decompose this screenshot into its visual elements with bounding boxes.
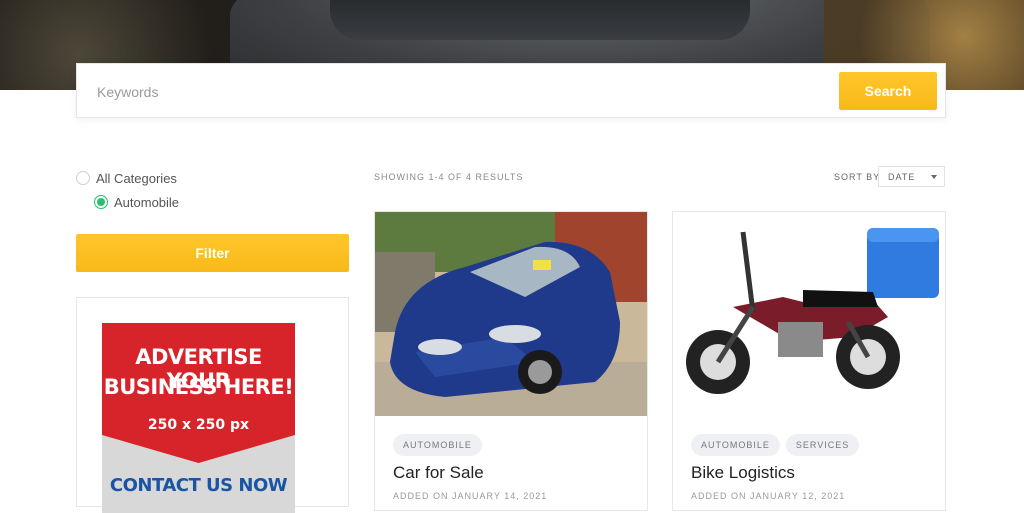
listing-card[interactable]: AUTOMOBILE SERVICES Bike Logistics ADDED…	[672, 211, 946, 511]
results-count: SHOWING 1-4 OF 4 RESULTS	[374, 172, 524, 182]
ad-cta: CONTACT US NOW	[109, 475, 288, 496]
listing-image-car[interactable]	[375, 212, 647, 416]
listing-title[interactable]: Bike Logistics	[691, 463, 795, 483]
ad-headline-2: BUSINESS HERE!	[103, 375, 294, 399]
listing-title[interactable]: Car for Sale	[393, 463, 484, 483]
radio-checked-icon[interactable]	[94, 195, 108, 209]
blue-car-photo	[375, 212, 647, 416]
category-automobile[interactable]: Automobile	[94, 190, 179, 214]
sort-label: SORT BY	[834, 172, 881, 182]
tag-list: AUTOMOBILE SERVICES	[691, 434, 860, 456]
motorbike-photo	[673, 212, 945, 416]
category-label: All Categories	[96, 170, 177, 186]
category-label: Automobile	[114, 194, 180, 210]
listing-card[interactable]: AUTOMOBILE Car for Sale ADDED ON JANUARY…	[374, 211, 648, 511]
tag-automobile[interactable]: AUTOMOBILE	[393, 434, 482, 456]
radio-unchecked-icon[interactable]	[76, 171, 90, 185]
tag-list: AUTOMOBILE	[393, 434, 482, 456]
search-bar: Search	[76, 63, 946, 118]
sort-select[interactable]: DATE	[878, 166, 945, 187]
chevron-down-icon	[931, 175, 937, 179]
tag-services[interactable]: SERVICES	[785, 434, 860, 456]
search-button[interactable]: Search	[839, 72, 937, 110]
search-input[interactable]	[97, 79, 797, 105]
listing-date: ADDED ON JANUARY 12, 2021	[691, 491, 846, 501]
category-all[interactable]: All Categories	[76, 166, 179, 190]
ad-widget: ADVERTISE YOUR BUSINESS HERE! 250 x 250 …	[76, 297, 349, 513]
hero-car-windshield	[330, 0, 750, 40]
listing-date: ADDED ON JANUARY 14, 2021	[393, 491, 548, 501]
category-filter: All Categories Automobile	[76, 166, 179, 214]
advertise-banner[interactable]: ADVERTISE YOUR BUSINESS HERE! 250 x 250 …	[102, 323, 295, 513]
tag-automobile[interactable]: AUTOMOBILE	[691, 434, 780, 456]
filter-button[interactable]: Filter	[76, 234, 349, 272]
ad-size: 250 x 250 px	[147, 417, 250, 433]
sort-value: DATE	[888, 172, 916, 182]
listing-image-bike[interactable]	[673, 212, 945, 416]
